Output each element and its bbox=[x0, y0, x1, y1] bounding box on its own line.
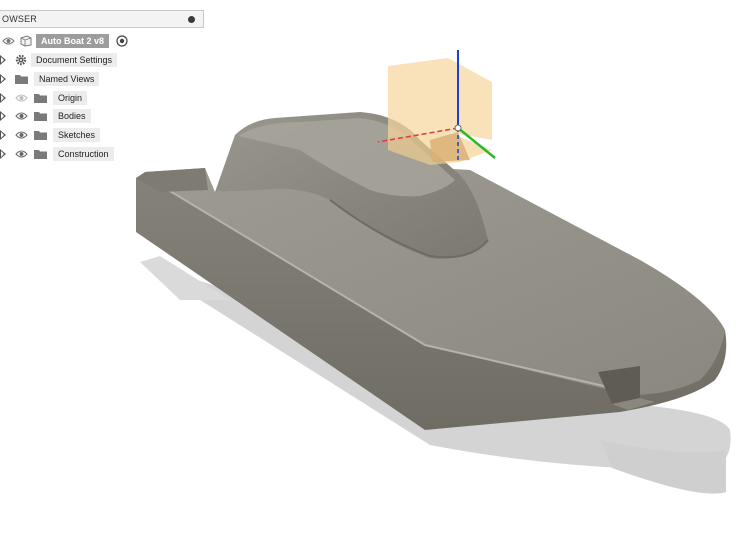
browser-item-label: Named Views bbox=[34, 72, 100, 86]
browser-item-label: Origin bbox=[53, 91, 88, 105]
folder-icon bbox=[34, 131, 47, 140]
browser-item-construction[interactable]: Construction bbox=[0, 147, 115, 161]
browser-item-document-settings[interactable]: Document Settings bbox=[0, 53, 120, 67]
browser-item-label: Sketches bbox=[53, 128, 101, 142]
eye-icon[interactable] bbox=[15, 129, 28, 141]
browser-root-row[interactable]: Auto Boat 2 v8 bbox=[0, 34, 140, 48]
eye-icon[interactable] bbox=[2, 35, 15, 47]
gear-icon bbox=[15, 54, 27, 66]
browser-item-label: Bodies bbox=[53, 109, 91, 123]
folder-icon bbox=[34, 94, 47, 103]
browser-title: OWSER bbox=[2, 14, 38, 24]
3d-viewport[interactable] bbox=[0, 0, 745, 559]
expand-arrow-icon[interactable] bbox=[0, 130, 6, 140]
expand-arrow-icon[interactable] bbox=[0, 149, 6, 159]
browser-item-sketches[interactable]: Sketches bbox=[0, 128, 101, 142]
eye-hidden-icon[interactable] bbox=[15, 92, 28, 104]
expand-arrow-icon[interactable] bbox=[0, 93, 6, 103]
browser-root-label: Auto Boat 2 v8 bbox=[36, 34, 110, 48]
browser-item-label: Construction bbox=[53, 147, 114, 161]
expand-arrow-icon[interactable] bbox=[0, 111, 6, 121]
browser-item-label: Document Settings bbox=[31, 53, 118, 67]
folder-icon bbox=[15, 75, 28, 84]
eye-icon[interactable] bbox=[15, 110, 28, 122]
browser-item-bodies[interactable]: Bodies bbox=[0, 109, 95, 123]
origin-point[interactable] bbox=[454, 124, 462, 132]
component-icon bbox=[20, 35, 32, 47]
eye-icon[interactable] bbox=[15, 148, 28, 160]
browser-pin-icon[interactable] bbox=[188, 16, 195, 23]
browser-item-named-views[interactable]: Named Views bbox=[0, 72, 110, 86]
activate-radio-icon[interactable] bbox=[116, 35, 128, 47]
folder-icon bbox=[34, 150, 47, 159]
folder-icon bbox=[34, 112, 47, 121]
browser-header: OWSER bbox=[0, 10, 204, 28]
expand-arrow-icon[interactable] bbox=[0, 74, 6, 84]
browser-item-origin[interactable]: Origin bbox=[0, 91, 95, 105]
expand-arrow-icon[interactable] bbox=[0, 55, 6, 65]
origin-plane-xz bbox=[388, 58, 492, 140]
